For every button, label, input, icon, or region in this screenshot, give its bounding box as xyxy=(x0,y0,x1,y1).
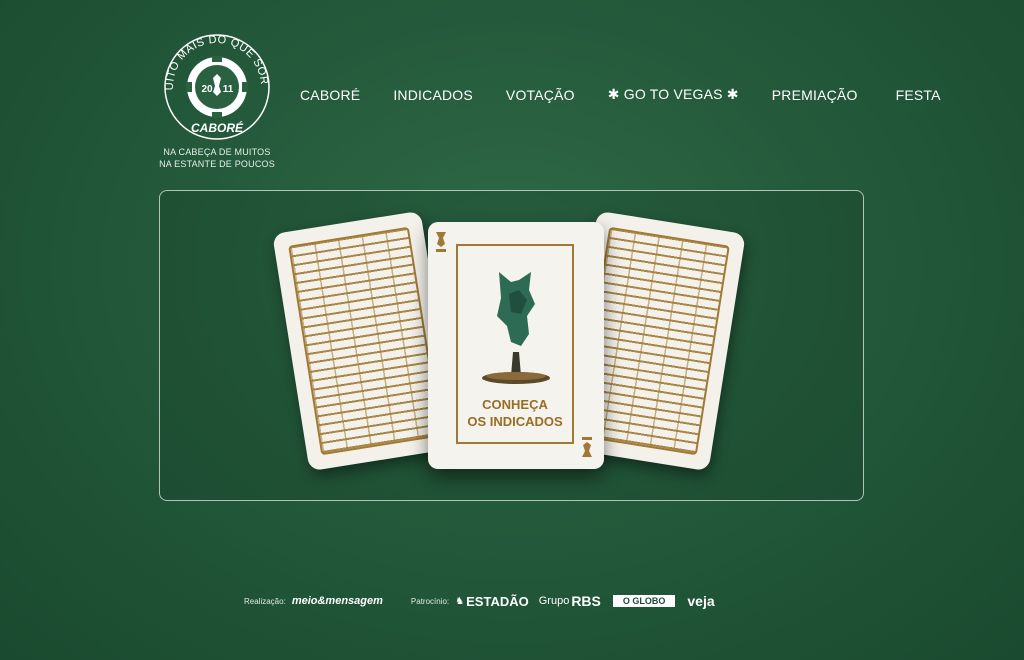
logo-brand: CABORÉ xyxy=(191,120,244,135)
nav-item-go-to-vegas[interactable]: ✱ GO TO VEGAS ✱ xyxy=(608,86,739,103)
horse-icon: ♞ xyxy=(455,595,465,607)
nav-item-premiacao[interactable]: PREMIAÇÃO xyxy=(772,87,858,103)
rbs-logo[interactable]: RBS xyxy=(571,593,601,609)
meio-mensagem-logo[interactable]: meio&mensagem xyxy=(292,595,383,607)
hero-panel: CONHEÇA OS INDICADOS xyxy=(159,190,864,501)
cta-line2: OS INDICADOS xyxy=(467,414,563,429)
cta-text[interactable]: CONHEÇA OS INDICADOS xyxy=(456,396,574,430)
main-nav: CABORÉ INDICADOS VOTAÇÃO ✱ GO TO VEGAS ✱… xyxy=(300,86,941,103)
footer: Realização: meio&mensagem Patrocínio: ♞ … xyxy=(244,593,715,609)
cta-line1: CONHEÇA xyxy=(482,397,548,412)
logo[interactable]: MUITO MAIS DO QUE SORTE 20 11 CABORÉ NA … xyxy=(158,32,276,170)
nav-item-cabore[interactable]: CABORÉ xyxy=(300,87,360,103)
logo-year-left: 20 xyxy=(201,84,213,95)
nav-item-festa[interactable]: FESTA xyxy=(896,87,941,103)
tagline-line2: NA ESTANTE DE POUCOS xyxy=(159,159,275,169)
logo-year-right: 11 xyxy=(223,84,234,95)
trophy-suit-icon xyxy=(582,437,592,457)
estadao-logo[interactable]: ESTADÃO xyxy=(466,594,529,609)
realizacao-label: Realização: xyxy=(244,596,286,606)
oglobo-logo[interactable]: O GLOBO xyxy=(612,595,676,607)
rbs-prefix: Grupo xyxy=(538,595,570,607)
caboré-chip-logo: MUITO MAIS DO QUE SORTE 20 11 CABORÉ xyxy=(162,32,270,140)
nav-item-indicados[interactable]: INDICADOS xyxy=(393,87,473,103)
veja-logo[interactable]: veja xyxy=(687,593,714,609)
tagline-line1: NA CABEÇA DE MUITOS xyxy=(163,147,271,157)
nav-item-votacao[interactable]: VOTAÇÃO xyxy=(506,87,575,103)
trophy-illustration xyxy=(482,272,550,384)
indicados-card[interactable]: CONHEÇA OS INDICADOS xyxy=(428,222,604,469)
trophy-suit-icon xyxy=(436,232,446,252)
tagline: NA CABEÇA DE MUITOS NA ESTANTE DE POUCOS xyxy=(158,146,276,170)
patrocinio-label: Patrocínio: xyxy=(410,596,450,606)
